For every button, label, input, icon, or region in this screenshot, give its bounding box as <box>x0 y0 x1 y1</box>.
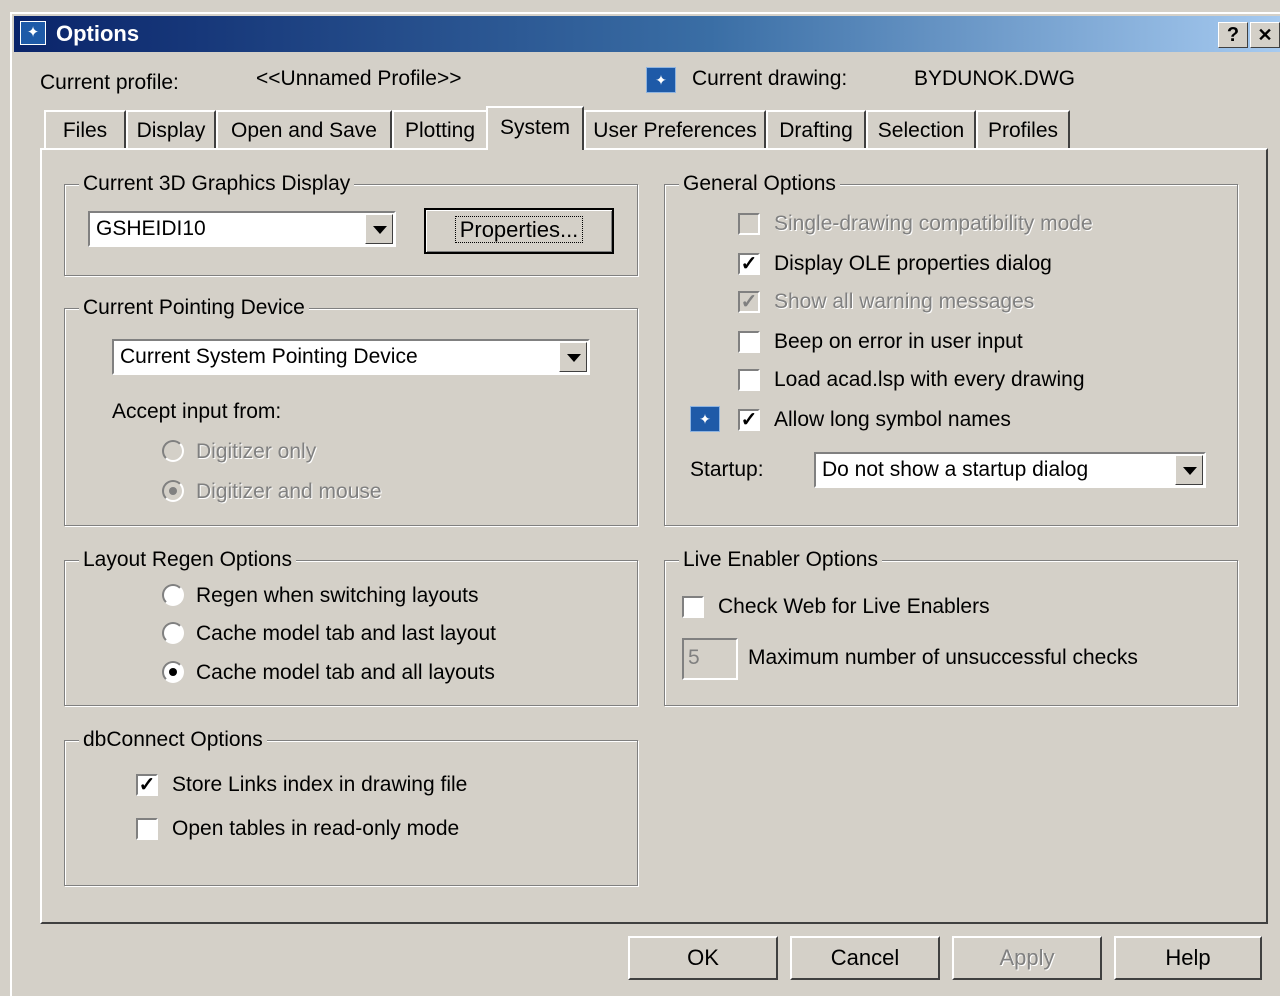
store-links-label: Store Links index in drawing file <box>172 773 468 796</box>
load-acad-label: Load acad.lsp with every drawing <box>774 368 1085 391</box>
drawing-icon: ✦ <box>690 406 720 432</box>
cache-all-layouts-label: Cache model tab and all layouts <box>196 661 495 684</box>
layout-regen-legend: Layout Regen Options <box>79 547 296 573</box>
digitizer-and-mouse-label: Digitizer and mouse <box>196 480 382 503</box>
graphics-display-legend: Current 3D Graphics Display <box>79 171 355 197</box>
live-enabler-group: Live Enabler Options <box>664 547 1238 706</box>
options-icon: ✦ <box>20 21 46 45</box>
apply-button[interactable]: Apply <box>952 936 1102 980</box>
graphics-display-value: GSHEIDI10 <box>96 217 206 240</box>
digitizer-only-radio[interactable] <box>162 440 184 462</box>
show-warnings-checkbox[interactable]: ✓ <box>738 291 760 313</box>
pointing-device-value: Current System Pointing Device <box>120 345 418 368</box>
tab-files[interactable]: Files <box>44 110 126 148</box>
chevron-down-icon[interactable] <box>1175 455 1203 485</box>
cache-all-layouts-radio[interactable] <box>162 661 184 683</box>
window-title: Options <box>56 21 140 46</box>
general-options-legend: General Options <box>679 171 840 197</box>
single-drawing-checkbox[interactable] <box>738 213 760 235</box>
properties-button-label: Properties... <box>454 216 584 243</box>
radio-dot <box>169 668 177 676</box>
tab-plotting[interactable]: Plotting <box>392 110 488 148</box>
regen-switching-radio[interactable] <box>162 584 184 606</box>
regen-switching-label: Regen when switching layouts <box>196 584 479 607</box>
startup-combo[interactable]: Do not show a startup dialog <box>814 452 1206 488</box>
tab-profiles[interactable]: Profiles <box>976 110 1070 148</box>
tab-drafting[interactable]: Drafting <box>766 110 866 148</box>
beep-error-checkbox[interactable] <box>738 331 760 353</box>
long-symbol-label: Allow long symbol names <box>774 408 1011 431</box>
radio-dot <box>169 487 177 495</box>
tab-system[interactable]: System <box>486 106 584 150</box>
show-warnings-label: Show all warning messages <box>774 290 1035 313</box>
current-profile-value: <<Unnamed Profile>> <box>256 67 462 90</box>
tab-user-preferences[interactable]: User Preferences <box>584 110 766 148</box>
cancel-button[interactable]: Cancel <box>790 936 940 980</box>
dbconnect-legend: dbConnect Options <box>79 727 267 753</box>
accept-input-label: Accept input from: <box>112 400 282 423</box>
cache-last-layout-label: Cache model tab and last layout <box>196 622 497 645</box>
check-web-checkbox[interactable] <box>682 596 704 618</box>
tab-display[interactable]: Display <box>126 110 216 148</box>
digitizer-and-mouse-radio[interactable] <box>162 480 184 502</box>
pointing-device-combo[interactable]: Current System Pointing Device <box>112 339 590 375</box>
dbconnect-group: dbConnect Options <box>64 727 638 886</box>
graphics-display-combo[interactable]: GSHEIDI10 <box>88 211 396 247</box>
display-ole-checkbox[interactable]: ✓ <box>738 253 760 275</box>
help-title-button[interactable]: ? <box>1218 22 1248 48</box>
ok-button[interactable]: OK <box>628 936 778 980</box>
open-tables-checkbox[interactable] <box>136 818 158 840</box>
title-bar[interactable]: ✦ Options ? ✕ <box>14 16 1280 52</box>
max-checks-label: Maximum number of unsuccessful checks <box>748 646 1138 669</box>
max-checks-input[interactable]: 5 <box>682 638 738 680</box>
startup-value: Do not show a startup dialog <box>822 458 1089 481</box>
digitizer-only-label: Digitizer only <box>196 440 317 463</box>
pointing-device-legend: Current Pointing Device <box>79 295 309 321</box>
load-acad-checkbox[interactable] <box>738 369 760 391</box>
help-button[interactable]: Help <box>1114 936 1262 980</box>
current-profile-label: Current profile: <box>40 71 179 94</box>
tab-selection[interactable]: Selection <box>866 110 976 148</box>
current-drawing-label: Current drawing: <box>692 67 848 90</box>
beep-error-label: Beep on error in user input <box>774 330 1023 353</box>
long-symbol-checkbox[interactable]: ✓ <box>738 409 760 431</box>
current-drawing-value: BYDUNOK.DWG <box>914 67 1076 90</box>
properties-button[interactable]: Properties... <box>424 208 614 254</box>
startup-label: Startup: <box>690 458 764 481</box>
chevron-down-icon[interactable] <box>365 214 393 244</box>
live-enabler-legend: Live Enabler Options <box>679 547 882 573</box>
store-links-checkbox[interactable]: ✓ <box>136 774 158 796</box>
check-web-label: Check Web for Live Enablers <box>718 595 990 618</box>
display-ole-label: Display OLE properties dialog <box>774 252 1052 275</box>
open-tables-label: Open tables in read-only mode <box>172 817 460 840</box>
chevron-down-icon[interactable] <box>559 342 587 372</box>
drawing-icon: ✦ <box>646 67 676 93</box>
close-button[interactable]: ✕ <box>1250 22 1280 48</box>
single-drawing-label: Single-drawing compatibility mode <box>774 212 1093 235</box>
tab-open-and-save[interactable]: Open and Save <box>216 110 392 148</box>
cache-last-layout-radio[interactable] <box>162 622 184 644</box>
